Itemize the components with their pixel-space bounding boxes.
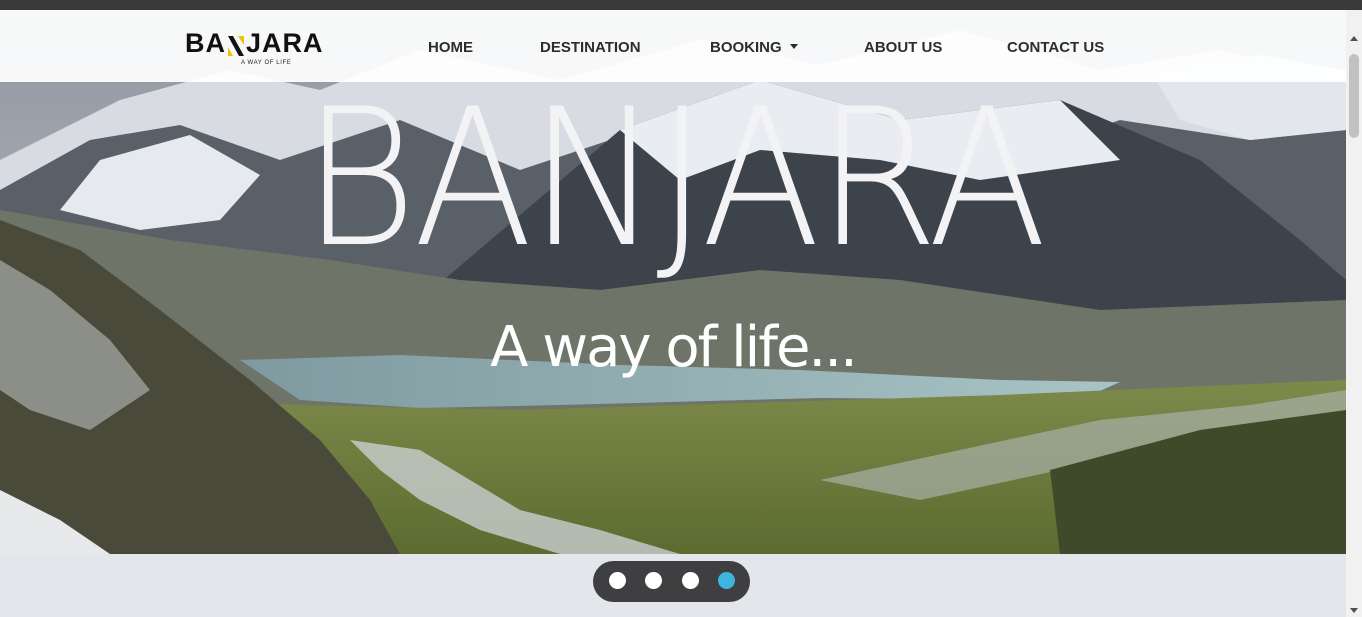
logo-tagline: A WAY OF LIFE	[241, 60, 292, 66]
hero-title: BANJARA	[302, 68, 1047, 289]
carousel-dot-2[interactable]	[645, 572, 662, 589]
logo-text-left: BA	[185, 28, 226, 58]
nav-booking-label: BOOKING	[710, 39, 782, 56]
nav-destination-label: DESTINATION	[540, 39, 641, 56]
carousel-indicators	[593, 561, 750, 602]
brand-logo[interactable]: BA JARA A WAY OF LIFE	[185, 30, 350, 78]
scroll-up-arrow-icon[interactable]	[1350, 36, 1358, 41]
nav-contact-label: CONTACT US	[1007, 39, 1105, 56]
nav-about-us[interactable]: ABOUT US	[864, 39, 942, 56]
nav-about-label: ABOUT US	[864, 39, 943, 56]
carousel-dot-1[interactable]	[609, 572, 626, 589]
nav-home[interactable]: HOME	[428, 39, 473, 56]
brand-logo-wordmark: BA JARA	[185, 30, 350, 57]
hero-carousel-slide: BANJARA A way of life...	[0, 10, 1346, 554]
main-navbar: BA JARA A WAY OF LIFE HOME DESTINATION B…	[0, 10, 1346, 82]
browser-top-bar	[0, 0, 1362, 10]
caret-down-icon	[789, 44, 798, 49]
nav-destination[interactable]: DESTINATION	[540, 39, 641, 56]
scroll-down-arrow-icon[interactable]	[1350, 608, 1358, 613]
nav-booking-dropdown[interactable]: BOOKING	[710, 39, 798, 56]
carousel-dot-4-active[interactable]	[718, 572, 735, 589]
scrollbar-thumb[interactable]	[1349, 54, 1359, 138]
logo-text-right: JARA	[246, 28, 324, 58]
logo-mark-icon	[228, 34, 244, 56]
page-scrollbar[interactable]	[1346, 10, 1362, 617]
hero-subtitle: A way of life...	[490, 315, 858, 380]
carousel-dot-3[interactable]	[682, 572, 699, 589]
nav-contact-us[interactable]: CONTACT US	[1007, 39, 1104, 56]
nav-home-label: HOME	[428, 39, 473, 56]
